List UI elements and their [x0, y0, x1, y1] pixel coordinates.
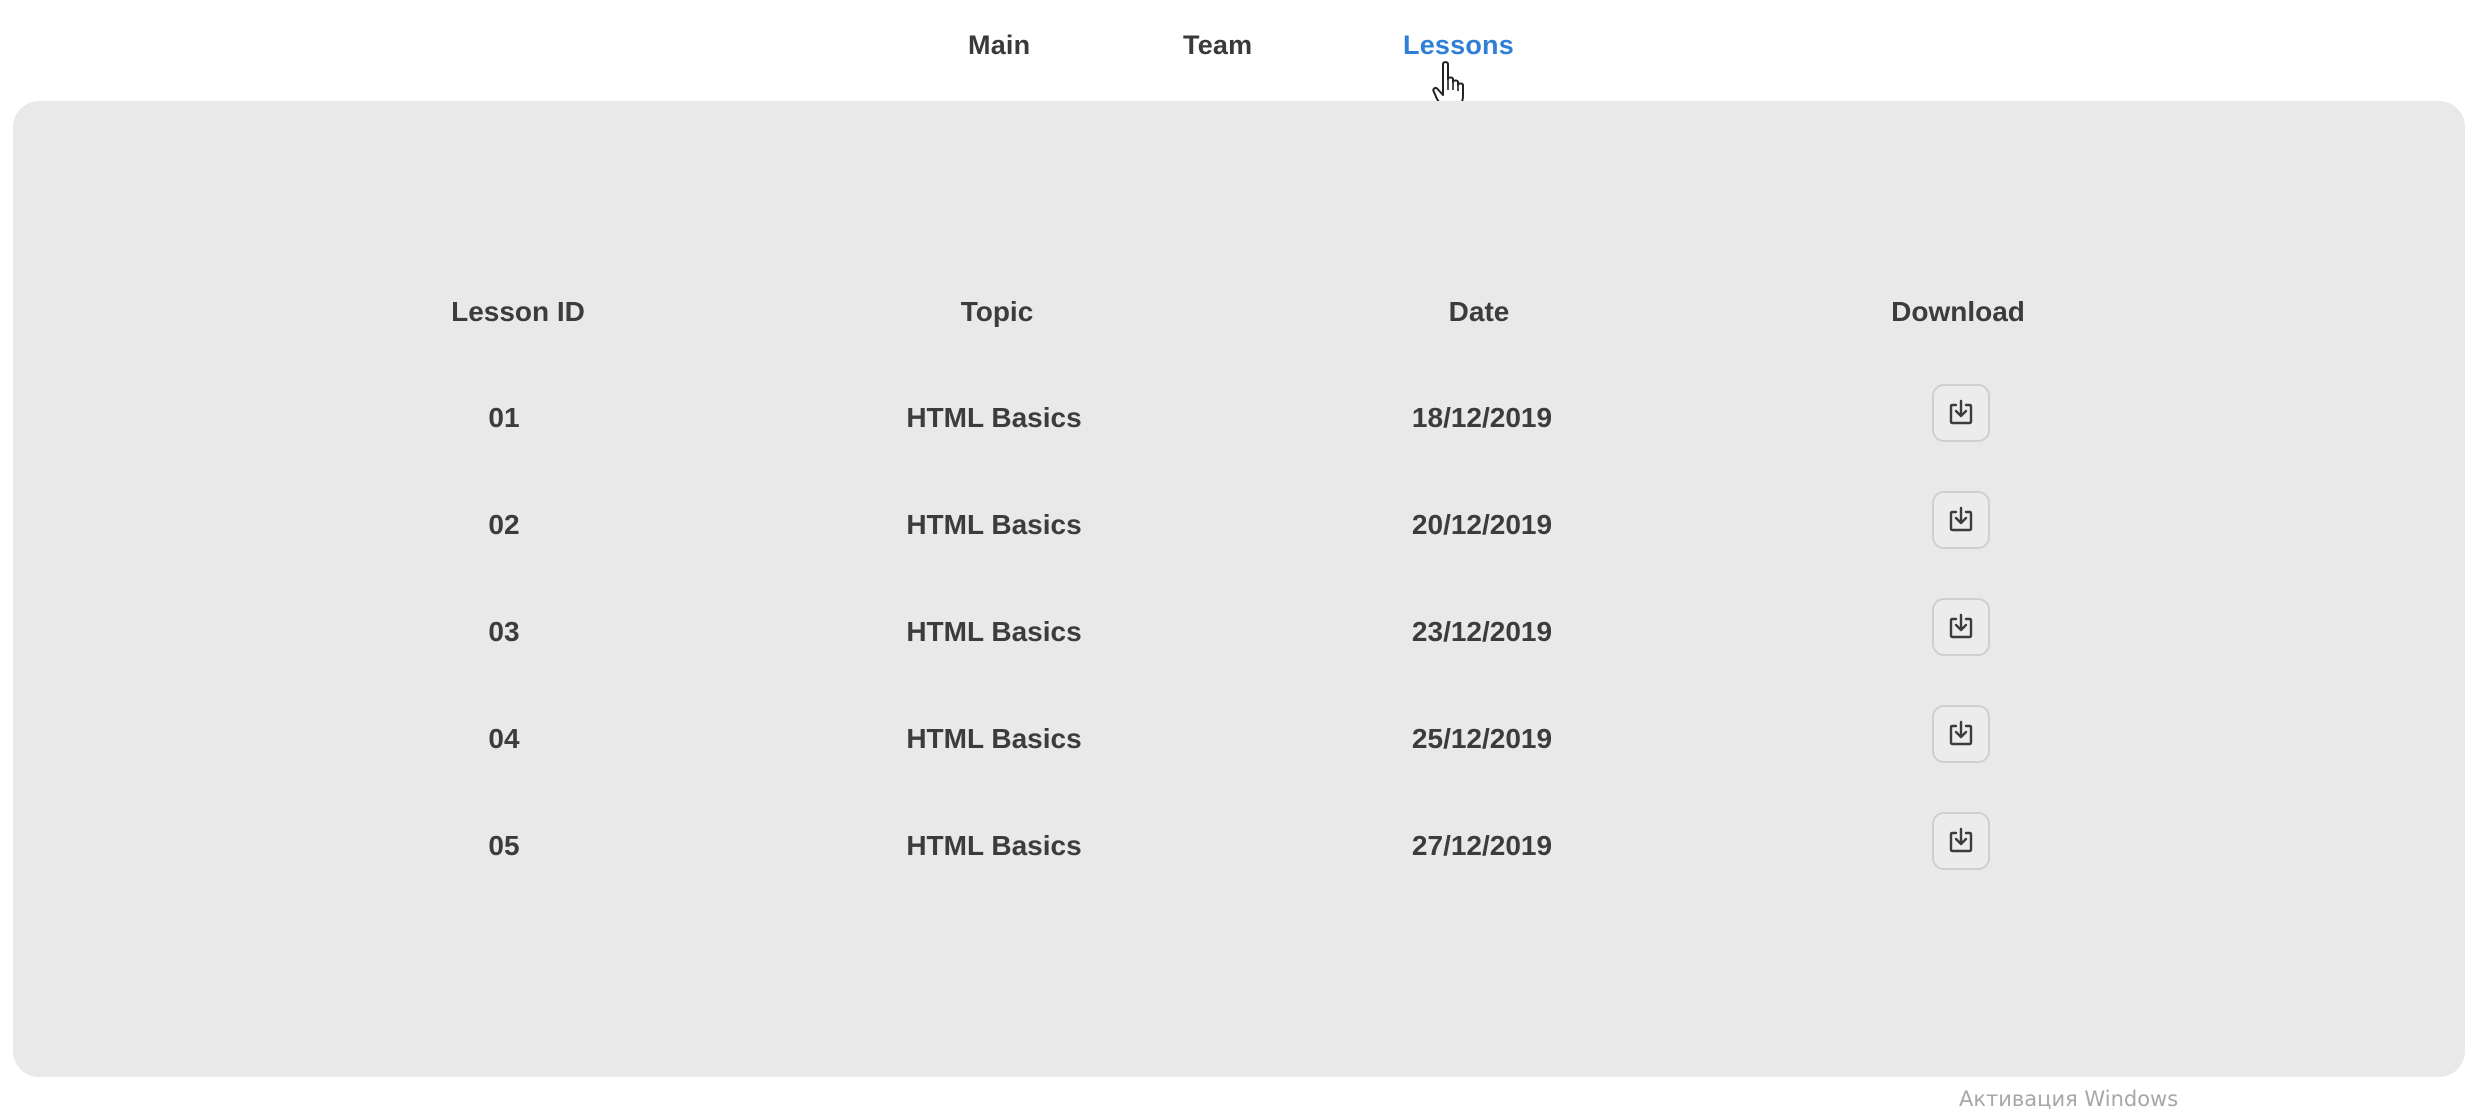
topic-cell: HTML Basics: [906, 830, 1082, 861]
topic-cell: HTML Basics: [906, 402, 1082, 433]
topic-cell: HTML Basics: [906, 723, 1082, 754]
download-icon: [1949, 613, 1973, 639]
topic-cell: HTML Basics: [906, 616, 1082, 647]
top-navigation: Main Team Lessons: [0, 0, 2480, 100]
download-button[interactable]: [1932, 812, 1990, 870]
column-header-topic: Topic: [960, 296, 1034, 327]
table-row: 04 HTML Basics 25/12/2019: [0, 699, 2480, 779]
download-button[interactable]: [1932, 598, 1990, 656]
date-cell: 25/12/2019: [1411, 723, 1553, 754]
lesson-id-cell: 03: [488, 616, 520, 647]
table-row: 01 HTML Basics 18/12/2019: [0, 378, 2480, 458]
column-header-download: Download: [1891, 296, 2025, 327]
nav-lessons-link[interactable]: Lessons: [1403, 30, 1514, 61]
lessons-panel: [13, 101, 2465, 1077]
nav-team-link[interactable]: Team: [1183, 30, 1252, 61]
download-button[interactable]: [1932, 491, 1990, 549]
download-icon: [1949, 720, 1973, 746]
download-button[interactable]: [1932, 705, 1990, 763]
column-header-lesson-id: Lesson ID: [451, 296, 585, 327]
download-button[interactable]: [1932, 384, 1990, 442]
date-cell: 23/12/2019: [1411, 616, 1553, 647]
topic-cell: HTML Basics: [906, 509, 1082, 540]
column-header-date: Date: [1448, 296, 1510, 327]
table-row: 03 HTML Basics 23/12/2019: [0, 592, 2480, 672]
download-icon: [1949, 399, 1973, 425]
nav-main-link[interactable]: Main: [968, 30, 1030, 61]
windows-activation-watermark: Активация Windows: [1959, 1087, 2179, 1111]
date-cell: 18/12/2019: [1411, 402, 1553, 433]
table-row: 05 HTML Basics 27/12/2019: [0, 806, 2480, 886]
date-cell: 27/12/2019: [1411, 830, 1553, 861]
download-icon: [1949, 827, 1973, 853]
lesson-id-cell: 01: [488, 402, 520, 433]
table-row: 02 HTML Basics 20/12/2019: [0, 485, 2480, 565]
lesson-id-cell: 04: [488, 723, 520, 754]
lesson-id-cell: 02: [488, 509, 520, 540]
date-cell: 20/12/2019: [1411, 509, 1553, 540]
lesson-id-cell: 05: [488, 830, 520, 861]
download-icon: [1949, 506, 1973, 532]
